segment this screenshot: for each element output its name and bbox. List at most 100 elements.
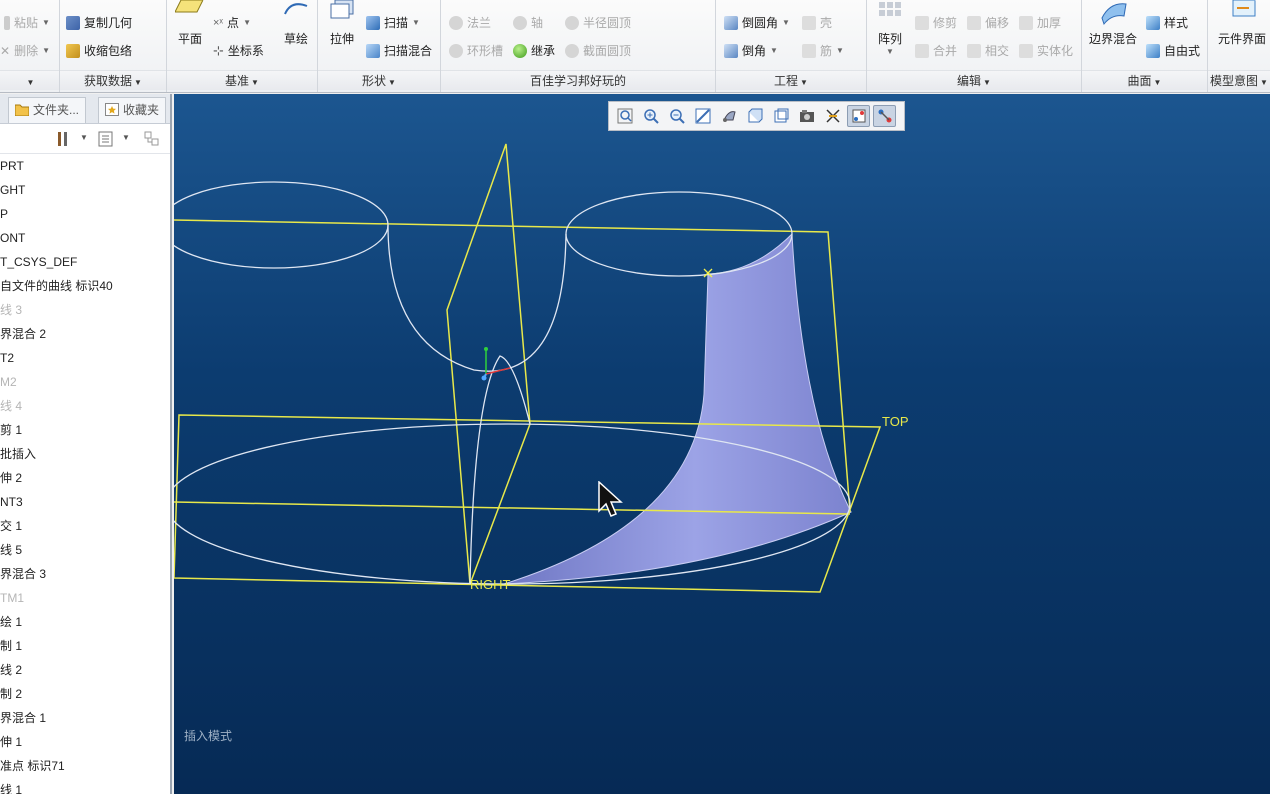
point-button[interactable]: ×ˣ 点 ▼ (213, 12, 251, 34)
section-dome-icon (565, 44, 579, 58)
tree-item[interactable]: 准点 标识71 (0, 754, 170, 778)
flange-button[interactable]: 法兰 (449, 12, 491, 34)
tree-item[interactable]: 交 1 (0, 514, 170, 538)
saved-orientations-button[interactable] (743, 105, 766, 127)
datum-label-top[interactable]: TOP (882, 414, 909, 429)
csys-button[interactable]: ⊹ 坐标系 (213, 40, 264, 62)
curve-arch[interactable] (469, 355, 531, 585)
tree-item[interactable]: 伸 2 (0, 466, 170, 490)
copy-geometry-button[interactable]: 复制几何 (66, 12, 132, 34)
freestyle-icon (1146, 44, 1160, 58)
triad-y-dot (484, 347, 488, 351)
datum-label-right[interactable]: RIGHT (470, 577, 510, 592)
boundary-blend-surface[interactable] (503, 232, 852, 585)
curve-left-top-circle[interactable] (174, 181, 389, 269)
section-dome-button[interactable]: 截面圆顶 (565, 40, 631, 62)
group-label-model-intent[interactable]: 模型意图 ▼ (1208, 70, 1270, 90)
tab-favorites[interactable]: 收藏夹 (98, 97, 167, 123)
tree-item[interactable]: 线 4 (0, 394, 170, 418)
group-label-surfaces[interactable]: 曲面 ▼ (1082, 70, 1207, 90)
tree-item[interactable]: 自文件的曲线 标识40 (0, 274, 170, 298)
style-button[interactable]: 样式 (1146, 12, 1188, 34)
tree-item[interactable]: 批插入 (0, 442, 170, 466)
tree-item[interactable]: 线 5 (0, 538, 170, 562)
group-label-get-data[interactable]: 获取数据 ▼ (60, 70, 166, 90)
show-list-icon[interactable] (98, 131, 114, 147)
paste-button[interactable]: 粘贴 ▼ (4, 12, 50, 34)
saved-orientations-icon (748, 108, 762, 123)
shrinkwrap-button[interactable]: 收缩包络 (66, 40, 132, 62)
chamfer-button[interactable]: 倒角 ▼ (724, 40, 778, 62)
round-button[interactable]: 倒圆角 ▼ (724, 12, 790, 34)
tree-item[interactable]: 线 2 (0, 658, 170, 682)
tree-item[interactable]: TM1 (0, 586, 170, 610)
tree-item[interactable]: 线 1 (0, 778, 170, 794)
intersect-button[interactable]: 相交 (967, 40, 1009, 62)
tree-item[interactable]: 伸 1 (0, 730, 170, 754)
show-dropdown-icon[interactable]: ▼ (122, 133, 130, 142)
curve-right-top-circle[interactable] (565, 191, 793, 277)
shaft-button[interactable]: 轴 (513, 12, 543, 34)
tree-item[interactable]: NT3 (0, 490, 170, 514)
tree-item[interactable]: 界混合 3 (0, 562, 170, 586)
repaint-button[interactable] (691, 105, 714, 127)
graphics-window[interactable]: TOP RIGHT 插入模式 (174, 94, 1270, 794)
display-style-button[interactable] (717, 105, 740, 127)
tree-item[interactable]: GHT (0, 178, 170, 202)
model-scene[interactable] (174, 94, 1270, 794)
refit-button[interactable] (613, 105, 636, 127)
plane-button[interactable]: 平面 (173, 0, 207, 47)
offset-button[interactable]: 偏移 (967, 12, 1009, 34)
tree-item[interactable]: 制 2 (0, 682, 170, 706)
group-label-editing[interactable]: 编辑 ▼ (867, 70, 1081, 90)
annotation-display-button[interactable] (873, 105, 896, 127)
zoom-out-button[interactable] (665, 105, 688, 127)
tree-item[interactable]: 绘 1 (0, 610, 170, 634)
shell-button[interactable]: 壳 (802, 12, 832, 34)
inherit-button[interactable]: 继承 (513, 40, 555, 62)
tree-item[interactable]: P (0, 202, 170, 226)
sweep-button[interactable]: 扫描 ▼ (366, 12, 420, 34)
tree-item[interactable]: T2 (0, 346, 170, 370)
solidify-button[interactable]: 实体化 (1019, 40, 1073, 62)
delete-button[interactable]: ✕ 删除 ▼ (0, 40, 50, 62)
panel-tabs: 文件夹... 收藏夹 (0, 94, 170, 124)
tree-item[interactable]: 剪 1 (0, 418, 170, 442)
extrude-button[interactable]: 拉伸 (324, 0, 360, 47)
tree-item[interactable]: PRT (0, 154, 170, 178)
tree-filter-icon[interactable] (144, 131, 160, 147)
zoom-in-button[interactable] (639, 105, 662, 127)
ring-groove-button[interactable]: 环形槽 (449, 40, 503, 62)
merge-button[interactable]: 合并 (915, 40, 957, 62)
pattern-button[interactable]: 阵列 ▼ (873, 0, 907, 56)
boundary-blend-button[interactable]: 边界混合 (1086, 0, 1140, 47)
group-label-engineering[interactable]: 工程 ▼ (716, 70, 866, 90)
tree-item[interactable]: 制 1 (0, 634, 170, 658)
tree-item[interactable]: T_CSYS_DEF (0, 250, 170, 274)
datum-display-button[interactable] (821, 105, 844, 127)
tree-item[interactable]: 界混合 2 (0, 322, 170, 346)
tab-folder-browser[interactable]: 文件夹... (8, 97, 87, 123)
swept-blend-button[interactable]: 扫描混合 (366, 40, 432, 62)
group-label-shapes[interactable]: 形状 ▼ (318, 70, 440, 90)
radius-dome-button[interactable]: 半径圆顶 (565, 12, 631, 34)
group-label-clipboard[interactable]: ▼ (0, 70, 59, 90)
curve-u-profile[interactable] (387, 224, 567, 372)
tree-item[interactable]: ONT (0, 226, 170, 250)
rib-button[interactable]: 筋 ▼ (802, 40, 844, 62)
component-interface-button[interactable]: 元件界面 (1212, 0, 1270, 47)
thicken-button[interactable]: 加厚 (1019, 12, 1061, 34)
settings-tools-icon[interactable] (55, 131, 71, 147)
view-manager-button[interactable] (795, 105, 818, 127)
trim-button[interactable]: 修剪 (915, 12, 957, 34)
named-views-button[interactable] (769, 105, 792, 127)
tree-item[interactable]: 线 3 (0, 298, 170, 322)
settings-dropdown-icon[interactable]: ▼ (80, 133, 88, 142)
freestyle-button[interactable]: 自由式 (1146, 40, 1200, 62)
sketch-button[interactable]: 草绘 (277, 0, 315, 47)
tree-item[interactable]: M2 (0, 370, 170, 394)
tree-item[interactable]: 界混合 1 (0, 706, 170, 730)
spin-center-button[interactable] (847, 105, 870, 127)
group-label-custom[interactable]: 百佳学习邦好玩的 (441, 70, 715, 90)
group-label-datum[interactable]: 基准 ▼ (167, 70, 317, 90)
